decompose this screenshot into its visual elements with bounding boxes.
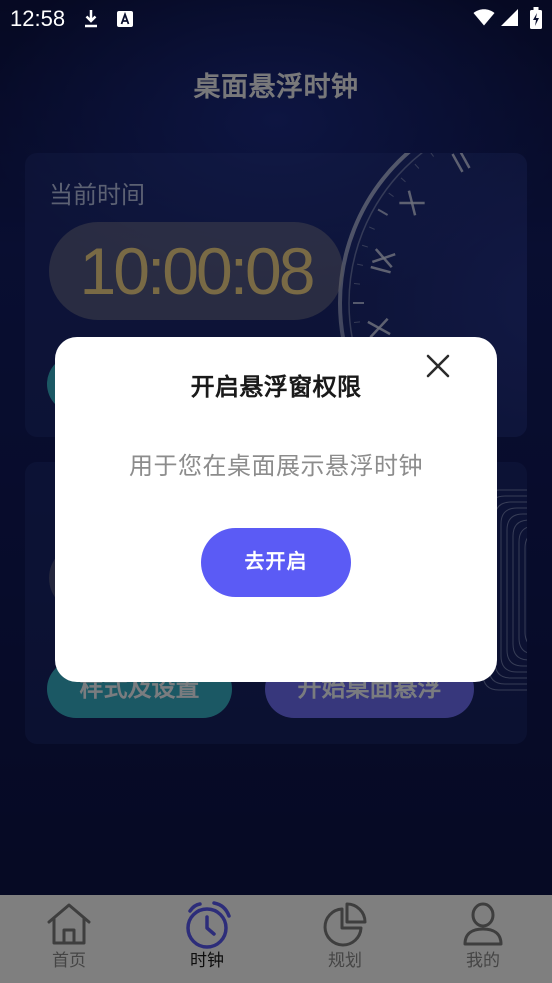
text-a-icon xyxy=(117,11,133,27)
enable-permission-button[interactable]: 去开启 xyxy=(201,528,351,597)
battery-charging-icon xyxy=(530,7,542,29)
status-bar: 12:58 xyxy=(0,0,552,38)
status-time: 12:58 xyxy=(10,6,66,31)
cell-signal-icon xyxy=(501,9,518,26)
permission-dialog: 开启悬浮窗权限 用于您在桌面展示悬浮时钟 去开启 xyxy=(55,337,497,682)
close-icon[interactable] xyxy=(425,353,451,379)
wifi-icon xyxy=(473,9,495,26)
dialog-message: 用于您在桌面展示悬浮时钟 xyxy=(129,453,423,480)
download-icon xyxy=(85,10,97,28)
